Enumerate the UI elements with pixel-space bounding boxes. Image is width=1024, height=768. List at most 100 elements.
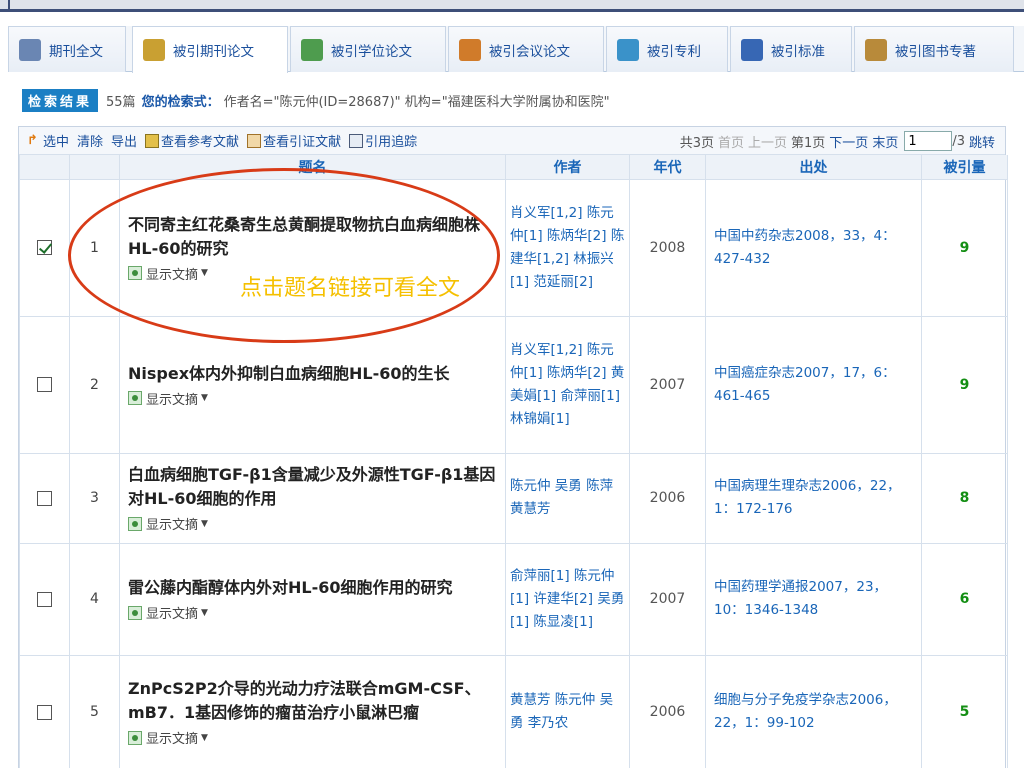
show-abstract-label: 显示文摘 xyxy=(146,267,199,283)
row-source[interactable]: 中国中药杂志2008，33，4：427-432 xyxy=(705,178,922,317)
table-header-row: 题名 作者 年代 出处 被引量 xyxy=(19,155,1008,180)
pager-next[interactable]: 下一页 xyxy=(829,132,868,151)
tab-cited-patent[interactable]: 被引专利 xyxy=(606,26,728,72)
select-label: 选中 xyxy=(43,135,70,150)
select-arrow-icon: ↱ xyxy=(27,132,38,148)
row-checkbox[interactable] xyxy=(37,240,52,255)
row-authors[interactable]: 俞萍丽[1] 陈元仲[1] 许建华[2] 吴勇[1] 陈显凌[1] xyxy=(505,542,630,656)
pager-first[interactable]: 首页 xyxy=(718,132,744,151)
show-abstract-label: 显示文摘 xyxy=(146,518,199,533)
row-number: 5 xyxy=(69,654,120,768)
citation-tracking-button[interactable]: 引用追踪 xyxy=(349,131,417,150)
reference-icon xyxy=(145,133,160,148)
article-title-link[interactable]: 白血病细胞TGF-β1含量减少及外源性TGF-β1基因对HL-60细胞的作用 xyxy=(128,463,497,511)
abstract-icon xyxy=(128,391,142,405)
show-abstract-toggle[interactable]: 显示文摘 ▼ xyxy=(128,728,497,747)
row-authors[interactable]: 黄慧芳 陈元仲 吴勇 李乃农 xyxy=(505,654,630,768)
row-source[interactable]: 中国药理学通报2007，23，10：1346-1348 xyxy=(705,542,922,656)
row-cited-count[interactable]: 8 xyxy=(921,452,1008,544)
row-checkbox[interactable] xyxy=(37,704,52,720)
article-title-link[interactable]: 不同寄主红花桑寄生总黄酮提取物抗白血病细胞株HL-60的研究 xyxy=(128,213,497,261)
row-check-cell xyxy=(19,178,70,317)
header-num xyxy=(69,155,120,180)
view-citations-label: 查看引证文献 xyxy=(263,135,342,150)
view-citations-button[interactable]: 查看引证文献 xyxy=(247,131,341,150)
row-title-cell: Nispex体内外抑制白血病细胞HL-60的生长 显示文摘 ▼ xyxy=(119,315,506,454)
row-cited-count[interactable]: 5 xyxy=(921,654,1008,768)
row-cited-count[interactable]: 6 xyxy=(921,542,1008,656)
row-authors[interactable]: 肖义军[1,2] 陈元仲[1] 陈炳华[2] 黄美娟[1] 俞萍丽[1] 林锦娟… xyxy=(505,315,630,454)
row-year: 2006 xyxy=(629,654,706,768)
show-abstract-label: 显示文摘 xyxy=(146,607,199,622)
table-row: 5 ZnPcS2P2介导的光动力疗法联合mGM-CSF、mB7．1基因修饰的瘤苗… xyxy=(19,654,1008,768)
pager-prev[interactable]: 上一页 xyxy=(748,132,787,151)
show-abstract-toggle[interactable]: 显示文摘 ▼ xyxy=(128,514,497,533)
pager: 共3页 首页 上一页 第1页 下一页 末页 /3 跳转 xyxy=(676,127,995,155)
results-badge: 检索结果 xyxy=(22,88,99,112)
header-title[interactable]: 题名 xyxy=(119,155,506,180)
tab-label: 被引学位论文 xyxy=(331,43,412,60)
chevron-down-icon: ▼ xyxy=(201,732,208,743)
show-abstract-toggle[interactable]: 显示文摘 ▼ xyxy=(128,603,497,622)
row-title-cell: ZnPcS2P2介导的光动力疗法联合mGM-CSF、mB7．1基因修饰的瘤苗治疗… xyxy=(119,654,506,768)
row-source[interactable]: 细胞与分子免疫学杂志2006，22，1：99-102 xyxy=(705,654,922,768)
search-results-summary: 检索结果 55篇 您的检索式： 作者名="陈元仲(ID=28687)" 机构="… xyxy=(22,88,610,112)
results-table: 题名 作者 年代 出处 被引量 1 不同寄主红花桑寄生总黄酮提取物抗白血病细胞株… xyxy=(19,155,1008,768)
header-year[interactable]: 年代 xyxy=(629,155,706,180)
row-cited-count[interactable]: 9 xyxy=(921,315,1008,454)
standard-icon xyxy=(741,38,763,61)
row-cited-count[interactable]: 9 xyxy=(921,178,1008,317)
table-row: 3 白血病细胞TGF-β1含量减少及外源性TGF-β1基因对HL-60细胞的作用… xyxy=(19,452,1008,544)
row-checkbox[interactable] xyxy=(37,591,52,607)
tab-label: 被引会议论文 xyxy=(489,43,570,60)
tab-cited-thesis[interactable]: 被引学位论文 xyxy=(290,26,446,72)
abstract-icon xyxy=(128,730,142,745)
tab-journal-fulltext[interactable]: 期刊全文 xyxy=(8,26,126,72)
select-button[interactable]: ↱ 选中 xyxy=(27,131,69,150)
pager-total: 共3页 xyxy=(679,135,714,151)
pager-last[interactable]: 末页 xyxy=(872,132,898,151)
abstract-icon xyxy=(128,266,142,280)
show-abstract-toggle[interactable]: 显示文摘 ▼ xyxy=(128,389,497,408)
tab-label: 被引图书专著 xyxy=(895,43,976,60)
header-author[interactable]: 作者 xyxy=(505,155,630,180)
article-title-link[interactable]: ZnPcS2P2介导的光动力疗法联合mGM-CSF、mB7．1基因修饰的瘤苗治疗… xyxy=(128,677,497,725)
tab-cited-standard[interactable]: 被引标准 xyxy=(730,26,852,72)
row-checkbox[interactable] xyxy=(37,490,52,506)
row-title-cell: 白血病细胞TGF-β1含量减少及外源性TGF-β1基因对HL-60细胞的作用 显… xyxy=(119,452,506,544)
row-checkbox[interactable] xyxy=(37,377,52,392)
row-year: 2006 xyxy=(629,452,706,544)
row-year: 2007 xyxy=(629,542,706,656)
header-cited[interactable]: 被引量 xyxy=(921,155,1008,180)
tab-cited-book[interactable]: 被引图书专著 xyxy=(854,26,1014,72)
show-abstract-label: 显示文摘 xyxy=(146,392,199,408)
tab-cited-conference[interactable]: 被引会议论文 xyxy=(448,26,604,72)
thesis-book-icon xyxy=(301,38,323,61)
page-number-input[interactable] xyxy=(904,131,953,151)
row-source[interactable]: 中国癌症杂志2007，17，6：461-465 xyxy=(705,315,922,454)
row-year: 2007 xyxy=(629,315,706,454)
row-authors[interactable]: 陈元仲 吴勇 陈萍 黄慧芳 xyxy=(505,452,630,544)
pager-go-button[interactable]: 跳转 xyxy=(969,132,995,151)
export-button[interactable]: 导出 xyxy=(111,131,137,150)
clear-button[interactable]: 清除 xyxy=(77,131,103,150)
tab-label: 被引标准 xyxy=(771,43,825,60)
article-title-link[interactable]: Nispex体内外抑制白血病细胞HL-60的生长 xyxy=(128,362,497,386)
table-row: 1 不同寄主红花桑寄生总黄酮提取物抗白血病细胞株HL-60的研究 显示文摘 ▼ … xyxy=(19,178,1008,317)
row-source[interactable]: 中国病理生理杂志2006，22，1：172-176 xyxy=(705,452,922,544)
row-authors[interactable]: 肖义军[1,2] 陈元仲[1] 陈炳华[2] 陈建华[1,2] 林振兴[1] 范… xyxy=(505,178,630,317)
view-references-button[interactable]: 查看参考文献 xyxy=(145,131,239,150)
conference-icon xyxy=(459,38,481,61)
pager-of-total: /3 xyxy=(952,133,965,149)
row-number: 1 xyxy=(69,178,120,317)
row-number: 3 xyxy=(69,452,120,544)
show-abstract-label: 显示文摘 xyxy=(146,732,199,747)
book-icon xyxy=(865,38,887,61)
row-check-cell xyxy=(19,654,70,768)
chevron-down-icon: ▼ xyxy=(201,268,208,278)
header-source[interactable]: 出处 xyxy=(705,155,922,180)
tab-cited-journal[interactable]: 被引期刊论文 xyxy=(132,26,288,73)
row-check-cell xyxy=(19,315,70,454)
tab-label: 被引期刊论文 xyxy=(173,44,254,60)
article-title-link[interactable]: 雷公藤内酯醇体内外对HL-60细胞作用的研究 xyxy=(128,576,497,600)
